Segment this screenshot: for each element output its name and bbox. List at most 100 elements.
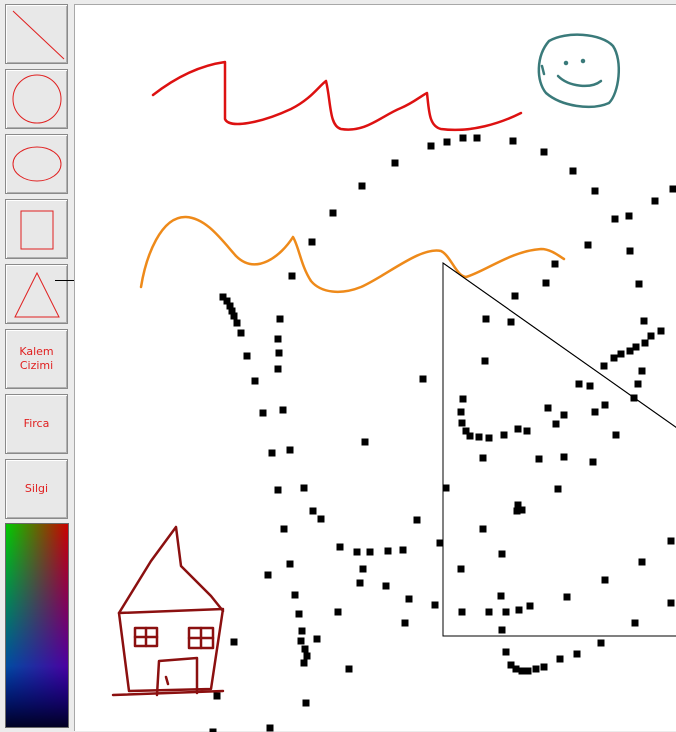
spray-dot xyxy=(298,638,305,645)
spray-dot xyxy=(444,139,451,146)
spray-dot xyxy=(486,435,493,442)
spray-dot xyxy=(428,143,435,150)
spray-dot xyxy=(267,725,274,732)
spray-dot xyxy=(602,577,609,584)
spray-dot xyxy=(668,600,675,607)
spray-dot xyxy=(639,559,646,566)
brush-tool-label: Firca xyxy=(24,417,50,431)
spray-dot xyxy=(519,668,526,675)
spray-dot xyxy=(633,344,640,351)
spray-dot xyxy=(480,455,487,462)
drawing-canvas[interactable] xyxy=(74,4,676,731)
spray-dot xyxy=(383,583,390,590)
smiley-drawing xyxy=(539,35,619,107)
spray-dot xyxy=(587,383,594,390)
spray-dot xyxy=(613,432,620,439)
spray-dot xyxy=(632,620,639,627)
spray-dot xyxy=(598,640,605,647)
spray-dot xyxy=(612,216,619,223)
spray-dot xyxy=(459,609,466,616)
spray-dot xyxy=(499,627,506,634)
spray-dot xyxy=(636,281,643,288)
brush-tool-button[interactable]: Firca xyxy=(5,394,68,454)
pen-tool-button[interactable]: Kalem Cizimi xyxy=(5,329,68,389)
spray-dot xyxy=(574,651,581,658)
spray-dot xyxy=(459,420,466,427)
spray-dot xyxy=(330,210,337,217)
spray-dot xyxy=(354,549,361,556)
spray-dot xyxy=(658,328,665,335)
spray-dot xyxy=(460,135,467,142)
spray-dot xyxy=(210,729,217,732)
triangle-icon xyxy=(8,267,66,321)
spray-dot xyxy=(631,395,638,402)
spray-dot xyxy=(524,428,531,435)
spray-dot xyxy=(503,649,510,656)
spray-dot xyxy=(585,242,592,249)
spray-dot xyxy=(314,636,321,643)
spray-dot xyxy=(360,566,367,573)
rectangle-tool-button[interactable] xyxy=(5,199,68,259)
spray-dot xyxy=(362,439,369,446)
spray-dot xyxy=(601,363,608,370)
spray-dot xyxy=(269,450,276,457)
spray-dot xyxy=(357,580,364,587)
spray-dot xyxy=(501,432,508,439)
spray-dot xyxy=(301,485,308,492)
spray-dot xyxy=(437,540,444,547)
spray-dot xyxy=(668,538,675,545)
spray-dot xyxy=(337,544,344,551)
ellipse-tool-button[interactable] xyxy=(5,134,68,194)
spray-dot xyxy=(553,421,560,428)
spray-dot xyxy=(214,693,221,700)
spray-dot xyxy=(275,336,282,343)
spray-dot xyxy=(460,396,467,403)
spray-dot xyxy=(302,646,309,653)
spray-dot xyxy=(561,412,568,419)
spray-dot xyxy=(527,603,534,610)
spray-dot xyxy=(335,609,342,616)
spray-dot xyxy=(303,700,310,707)
spray-dot xyxy=(458,409,465,416)
rectangle-icon xyxy=(8,202,66,256)
spray-dot xyxy=(467,433,474,440)
spray-dot xyxy=(231,639,238,646)
color-palette[interactable] xyxy=(5,523,69,728)
spray-dot xyxy=(277,316,284,323)
circle-icon xyxy=(8,72,66,126)
spray-dot xyxy=(498,593,505,600)
spray-dot xyxy=(635,381,642,388)
spray-dot xyxy=(512,293,519,300)
circle-tool-button[interactable] xyxy=(5,69,68,129)
spray-dot xyxy=(480,526,487,533)
spray-dot xyxy=(533,666,540,673)
spray-dot xyxy=(543,280,550,287)
triangle-tool-button[interactable] xyxy=(5,264,68,324)
pen-tool-label: Kalem Cizimi xyxy=(19,345,53,373)
spray-dot xyxy=(299,628,306,635)
spray-dot xyxy=(359,183,366,190)
spray-dot xyxy=(304,653,311,660)
line-tool-button[interactable] xyxy=(5,4,68,64)
spray-dot xyxy=(516,607,523,614)
spray-dot xyxy=(627,348,634,355)
spray-dot xyxy=(367,549,374,556)
spray-dot xyxy=(525,668,532,675)
spray-dot xyxy=(642,340,649,347)
eraser-tool-button[interactable]: Silgi xyxy=(5,459,68,519)
spray-dot xyxy=(402,620,409,627)
spray-dot xyxy=(234,320,241,327)
spray-dot xyxy=(275,366,282,373)
spray-dot xyxy=(287,561,294,568)
spray-dot xyxy=(639,368,646,375)
spray-dot xyxy=(590,459,597,466)
spray-dot xyxy=(296,611,303,618)
spray-dot xyxy=(474,135,481,142)
orange-wave-stroke xyxy=(141,217,564,292)
spray-dot xyxy=(346,666,353,673)
pen-label-line2: Cizimi xyxy=(19,359,53,373)
spray-dot xyxy=(503,609,510,616)
spray-dot xyxy=(414,517,421,524)
spray-dot xyxy=(541,149,548,156)
spray-dot xyxy=(536,456,543,463)
